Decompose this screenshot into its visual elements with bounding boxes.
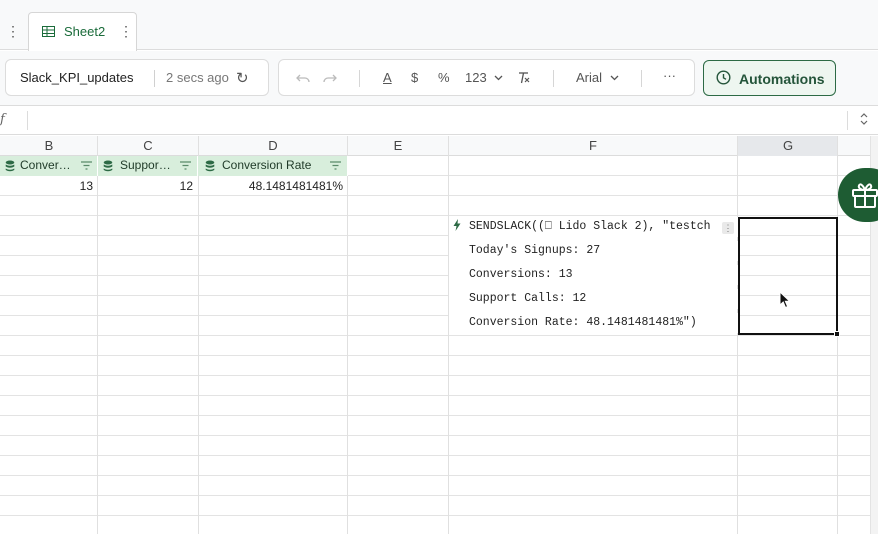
cell-options-icon[interactable]: ⋮ (722, 222, 734, 234)
column-header-c[interactable]: C (98, 136, 198, 156)
database-icon (205, 160, 215, 172)
currency-format-button[interactable]: $ (411, 69, 418, 87)
column-header-b[interactable]: B (0, 136, 98, 156)
expand-formula-icon[interactable] (860, 112, 868, 126)
tab-options-icon[interactable]: ⋮ (119, 23, 133, 40)
table-header-label: Conversion Rate (222, 158, 312, 172)
tab-sheet2[interactable]: Sheet2 ⋮ (28, 12, 137, 51)
clear-format-icon[interactable] (517, 72, 530, 84)
formula-cell-line[interactable]: Conversions: 13 (449, 265, 738, 285)
spreadsheet-grid[interactable]: B C D E F G Conver… Suppor… Conversion R… (0, 136, 870, 534)
sheet-tab-bar: ⋮ Sheet2 ⋮ (0, 0, 878, 51)
bolt-icon (453, 219, 461, 231)
chevron-down-icon[interactable] (494, 75, 503, 81)
formula-cell-line[interactable]: Conversion Rate: 48.1481481481%") (449, 313, 738, 333)
filter-icon[interactable] (330, 161, 341, 170)
refresh-icon[interactable]: ↻ (236, 69, 249, 87)
fill-handle[interactable] (834, 331, 840, 337)
clock-icon (716, 70, 731, 85)
formula-cell-line[interactable]: SENDSLACK((⎕ Lido Slack 2), "testch (449, 217, 738, 237)
chevron-down-icon[interactable] (610, 75, 619, 81)
table-header-conversions[interactable]: Conver… (0, 156, 98, 176)
table-cell[interactable]: 13 (0, 176, 98, 196)
table-cell[interactable]: 12 (98, 176, 198, 196)
function-icon: f (0, 112, 5, 127)
font-family-select[interactable]: Arial (576, 69, 602, 87)
database-icon (103, 160, 113, 172)
percent-format-button[interactable]: % (438, 69, 450, 87)
format-toolbar: A $ % 123 Arial ··· (278, 59, 695, 96)
gridline (737, 136, 738, 534)
selected-cell[interactable] (738, 217, 838, 335)
gift-icon (852, 183, 878, 208)
table-header-support[interactable]: Suppor… (98, 156, 198, 176)
divider (847, 111, 848, 130)
save-status: 2 secs ago (166, 70, 229, 85)
tabs-menu-icon[interactable]: ⋮ (6, 22, 20, 40)
document-name[interactable]: Slack_KPI_updates (20, 70, 133, 85)
mouse-cursor-icon (779, 291, 791, 309)
more-options-button[interactable]: ··· (663, 67, 676, 85)
divider (359, 70, 360, 87)
document-info: Slack_KPI_updates 2 secs ago ↻ (5, 59, 269, 96)
filter-icon[interactable] (81, 161, 92, 170)
table-header-conversion-rate[interactable]: Conversion Rate (198, 156, 348, 176)
table-header-label: Conver… (20, 158, 71, 172)
divider (27, 111, 28, 130)
table-header-label: Suppor… (120, 158, 171, 172)
formula-cell-line[interactable]: Support Calls: 12 (449, 289, 738, 309)
divider (641, 70, 642, 87)
automations-button[interactable]: Automations (703, 60, 836, 96)
column-header-e[interactable]: E (348, 136, 448, 156)
column-header-f[interactable]: F (448, 136, 738, 156)
formula-bar[interactable]: f (0, 105, 878, 135)
sheet-grid-icon (42, 26, 55, 37)
toolbar: Slack_KPI_updates 2 secs ago ↻ A $ % 123… (0, 51, 878, 105)
automations-label: Automations (739, 71, 825, 87)
divider (553, 70, 554, 87)
filter-icon[interactable] (180, 161, 191, 170)
number-format-button[interactable]: 123 (465, 69, 487, 87)
gridline (448, 136, 449, 534)
database-icon (5, 160, 15, 172)
divider (154, 70, 155, 87)
formula-cell-line[interactable]: Today's Signups: 27 (449, 241, 738, 261)
redo-icon[interactable] (323, 72, 337, 84)
column-header-d[interactable]: D (198, 136, 348, 156)
table-cell[interactable]: 48.1481481481% (198, 176, 348, 196)
undo-icon[interactable] (296, 72, 310, 84)
column-header-g[interactable]: G (738, 136, 838, 156)
tab-label: Sheet2 (64, 24, 106, 39)
text-color-button[interactable]: A (383, 69, 392, 87)
